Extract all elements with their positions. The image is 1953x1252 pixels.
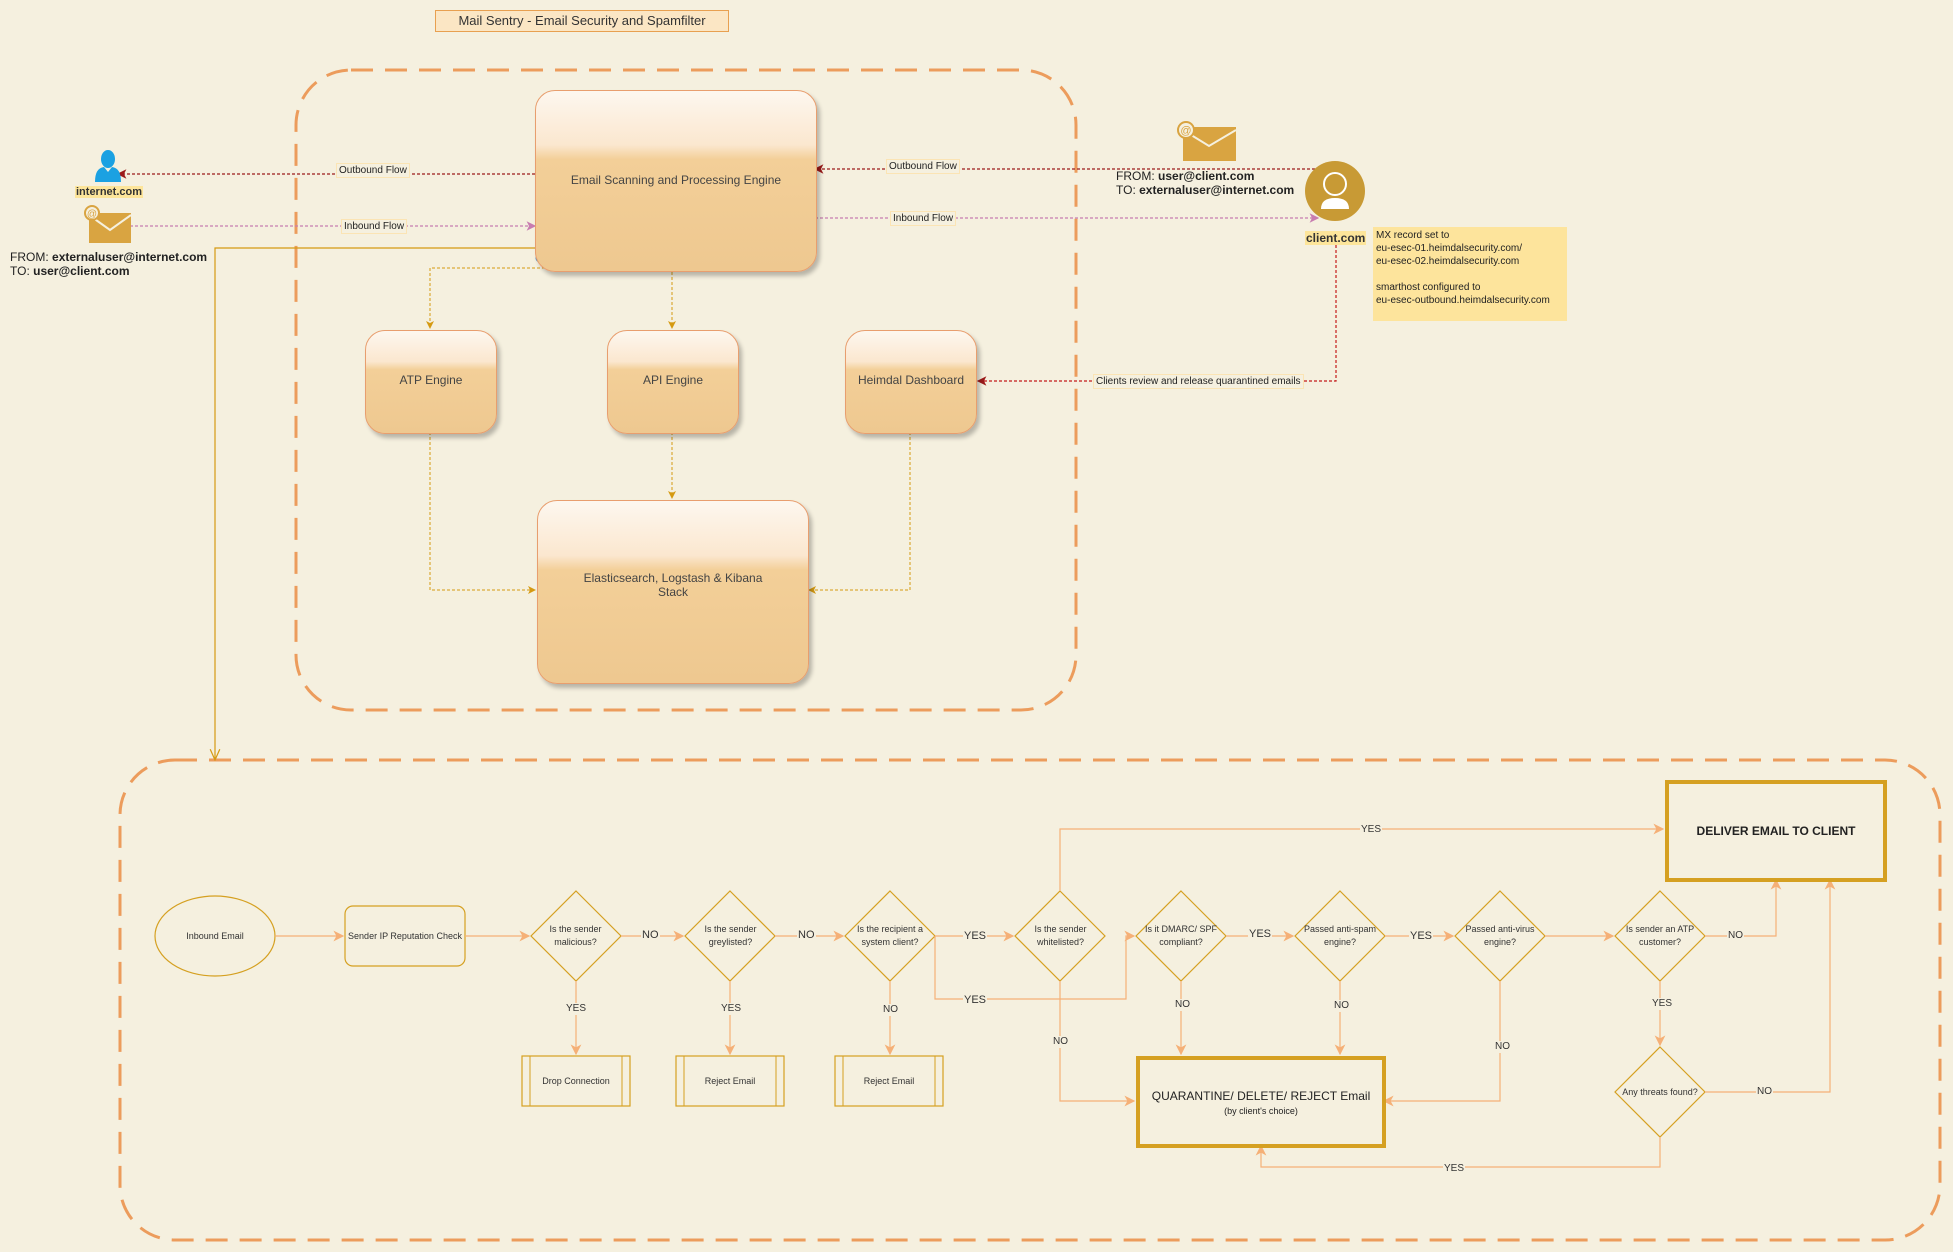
edge-label: YES — [565, 1003, 588, 1015]
api-engine-node[interactable]: API Engine — [607, 330, 739, 434]
reputation-check-label: Sender IP Reputation Check — [348, 930, 462, 941]
atp-engine-node[interactable]: ATP Engine — [365, 330, 497, 434]
edge-label: NO — [797, 929, 816, 941]
decision-threats: Any threats found? — [1622, 1086, 1698, 1097]
drop-connection-action: Drop Connection — [542, 1075, 610, 1086]
to-value: externaluser@internet.com — [1139, 183, 1295, 197]
client-email-icon: @ — [1177, 121, 1237, 161]
diagram-canvas: @ @ — [84, 68, 1942, 1242]
decision-malicious: Is the sender malicious? — [549, 924, 602, 947]
note-line: MX record set to — [1376, 230, 1450, 241]
inbound-email-label: Inbound Email — [186, 930, 244, 941]
flow-edge-17 — [1705, 878, 1782, 937]
dashboard-label: Heimdal Dashboard — [857, 373, 965, 387]
to-value: user@client.com — [33, 264, 130, 278]
decision-dmarc: Is it DMARC/ SPF compliant? — [1144, 924, 1217, 947]
edge-label: YES — [1443, 1163, 1466, 1175]
decision-greylisted: Is the sender greylisted? — [704, 924, 757, 947]
edge-label: YES — [1360, 824, 1383, 836]
dashboard-to-elk-edge — [808, 432, 911, 594]
reject-email-action-1: Reject Email — [704, 1075, 756, 1086]
quarantine-sublabel: (by client's choice) — [1224, 1105, 1298, 1116]
note-line: smarthost configured to — [1376, 282, 1481, 293]
deliver-email-box: DELIVER EMAIL TO CLIENT — [1665, 780, 1887, 882]
quarantine-label: QUARANTINE/ DELETE/ REJECT Email — [1151, 1088, 1371, 1103]
atp-to-elk-edge — [429, 432, 536, 594]
edge-label: NO — [1333, 1000, 1350, 1012]
note-line: eu-esec-01.heimdalsecurity.com/ — [1376, 243, 1522, 254]
edge-label: NO — [1727, 930, 1744, 942]
mx-record-note: MX record set to eu-esec-01.heimdalsecur… — [1373, 227, 1567, 321]
inbound-flow-left-label: Inbound Flow — [341, 219, 408, 234]
elk-stack-node[interactable]: Elasticsearch, Logstash & Kibana Stack — [537, 500, 809, 684]
edge-label: YES — [1409, 930, 1434, 942]
edge-label: NO — [1494, 1041, 1511, 1053]
note-line: eu-esec-02.heimdalsecurity.com — [1376, 256, 1520, 267]
edge-label: YES — [1248, 928, 1273, 940]
edge-label: NO — [641, 929, 660, 941]
deliver-label: DELIVER EMAIL TO CLIENT — [1696, 824, 1856, 838]
outbound-flow-right-label: Outbound Flow — [886, 159, 960, 174]
from-value: user@client.com — [1158, 169, 1255, 183]
decision-antivirus: Passed anti-virus engine? — [1465, 924, 1535, 947]
edge-label: NO — [1756, 1086, 1773, 1098]
client-domain-label: client.com — [1305, 231, 1367, 245]
edge-label: YES — [720, 1003, 743, 1015]
elk-label-line1: Elasticsearch, Logstash & Kibana — [583, 571, 763, 585]
internet-email-icon: @ — [84, 205, 132, 243]
edge-label: NO — [1174, 999, 1191, 1011]
decision-system-client: Is the recipient a system client? — [856, 924, 924, 947]
to-label: TO: — [10, 264, 30, 278]
client-user-icon — [1305, 161, 1365, 221]
quarantine-review-edge — [976, 240, 1337, 386]
flow-edge-19 — [1705, 878, 1836, 1093]
quarantine-box: QUARANTINE/ DELETE/ REJECT Email (by cli… — [1136, 1056, 1386, 1148]
edge-label: NO — [882, 1004, 899, 1016]
edge-label: YES — [1651, 998, 1674, 1010]
edge-label: YES — [963, 930, 988, 942]
decision-antispam: Passed anti-spam engine? — [1303, 924, 1377, 947]
edge-label: YES — [963, 994, 988, 1006]
elk-label-line2: Stack — [657, 585, 688, 599]
note-line: eu-esec-outbound.heimdalsecurity.com — [1376, 295, 1550, 306]
internet-domain-label: internet.com — [75, 186, 144, 198]
to-label: TO: — [1116, 183, 1136, 197]
flow-edge-16 — [1382, 981, 1501, 1107]
diagram-title: Mail Sentry - Email Security and Spamfil… — [435, 10, 729, 32]
flow-edge-6 — [1059, 823, 1665, 891]
email-scanning-engine-node[interactable]: Email Scanning and Processing Engine — [535, 90, 817, 272]
from-label: FROM: — [10, 250, 49, 264]
client-address-block: FROM: user@client.com TO: externaluser@i… — [1116, 169, 1294, 197]
decision-atp-customer: Is sender an ATP customer? — [1625, 924, 1695, 947]
note-line — [1376, 268, 1564, 281]
decision-whitelisted: Is the sender whitelisted? — [1034, 924, 1087, 947]
outbound-flow-left-label: Outbound Flow — [336, 163, 410, 178]
svg-text:@: @ — [1180, 125, 1191, 137]
quarantine-review-label: Clients review and release quarantined e… — [1093, 374, 1304, 389]
engine-to-atp-edge — [426, 267, 545, 329]
engine-to-flowchart-edge — [215, 247, 535, 760]
edge-label: NO — [1052, 1036, 1069, 1048]
atp-label: ATP Engine — [399, 373, 463, 387]
from-label: FROM: — [1116, 169, 1155, 183]
internet-address-block: FROM: externaluser@internet.com TO: user… — [10, 250, 207, 278]
reject-email-action-2: Reject Email — [863, 1075, 915, 1086]
internet-user-icon — [95, 150, 121, 182]
from-value: externaluser@internet.com — [52, 250, 208, 264]
svg-text:@: @ — [87, 209, 97, 220]
inbound-flow-right-label: Inbound Flow — [890, 211, 957, 226]
api-label: API Engine — [642, 373, 704, 387]
engine-label: Email Scanning and Processing Engine — [570, 173, 782, 187]
heimdal-dashboard-node[interactable]: Heimdal Dashboard — [845, 330, 977, 434]
